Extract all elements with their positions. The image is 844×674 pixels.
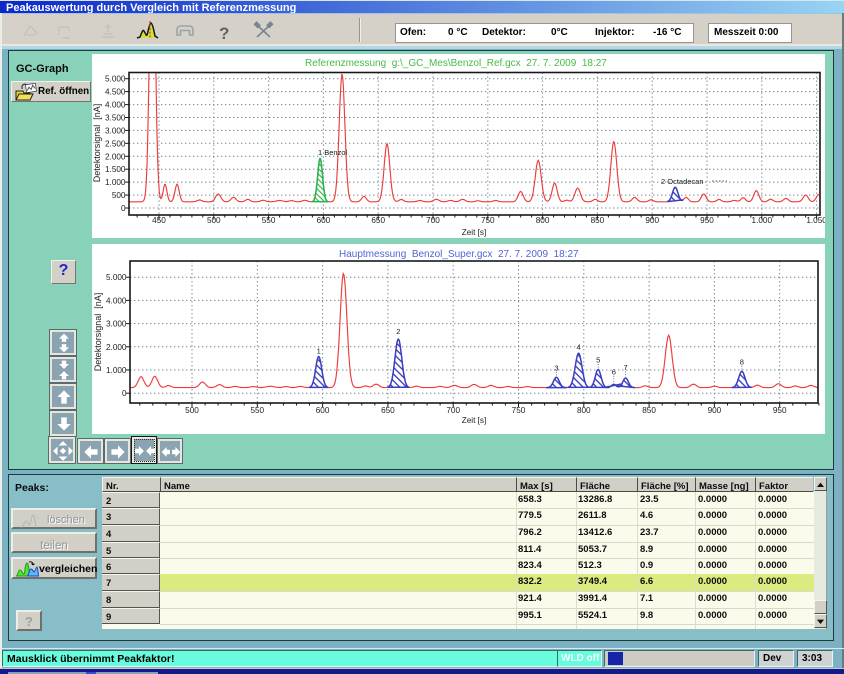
svg-text:Zeit [s]: Zeit [s]: [462, 416, 487, 425]
svg-text:650: 650: [381, 406, 395, 415]
svg-text:2: 2: [396, 327, 400, 336]
svg-text:950: 950: [773, 406, 787, 415]
svg-text:8: 8: [740, 357, 744, 366]
svg-text:Zeit [s]: Zeit [s]: [462, 228, 487, 237]
svg-text:1.000: 1.000: [106, 366, 127, 375]
svg-text:850: 850: [642, 406, 656, 415]
svg-text:1.050: 1.050: [806, 216, 825, 225]
svg-text:2.000: 2.000: [105, 152, 126, 161]
svg-text:3: 3: [554, 363, 558, 372]
svg-text:850: 850: [591, 216, 605, 225]
svg-text:1 Benzol: 1 Benzol: [318, 148, 348, 157]
svg-text:600: 600: [316, 406, 330, 415]
svg-text:6: 6: [612, 367, 616, 376]
svg-text:Referenzmessung g:\_GC_Mes\Be: Referenzmessung g:\_GC_Mes\Benzol_Ref.gc…: [305, 58, 607, 69]
svg-text:1.000: 1.000: [105, 178, 126, 187]
svg-text:800: 800: [536, 216, 550, 225]
svg-text:750: 750: [512, 406, 526, 415]
svg-text:Hauptmessung Benzol_Super.gcx: Hauptmessung Benzol_Super.gcx 27. 7. 200…: [339, 249, 579, 260]
svg-text:Detektorsignal [nA]: Detektorsignal [nA]: [93, 293, 103, 372]
svg-text:2 Octadecan: 2 Octadecan: [661, 177, 704, 186]
svg-text:950: 950: [700, 216, 714, 225]
svg-text:450: 450: [152, 216, 166, 225]
svg-text:2.000: 2.000: [106, 343, 127, 352]
svg-text:2.500: 2.500: [105, 139, 126, 148]
svg-text:500: 500: [207, 216, 221, 225]
svg-text:4.000: 4.000: [105, 101, 126, 110]
svg-text:3.500: 3.500: [105, 114, 126, 123]
svg-text:0: 0: [122, 389, 127, 398]
svg-text:700: 700: [446, 406, 460, 415]
svg-text:650: 650: [371, 216, 385, 225]
svg-text:4.000: 4.000: [106, 296, 127, 305]
svg-text:900: 900: [645, 216, 659, 225]
svg-text:5.000: 5.000: [105, 75, 126, 84]
svg-text:3.000: 3.000: [106, 320, 127, 329]
svg-text:500: 500: [112, 191, 126, 200]
svg-text:0: 0: [121, 204, 126, 213]
svg-text:750: 750: [481, 216, 495, 225]
svg-text:600: 600: [317, 216, 331, 225]
svg-text:550: 550: [250, 406, 264, 415]
svg-text:700: 700: [426, 216, 440, 225]
svg-text:5: 5: [596, 356, 600, 365]
svg-text:4.500: 4.500: [105, 88, 126, 97]
svg-text:7: 7: [624, 363, 628, 372]
svg-text:1.500: 1.500: [105, 165, 126, 174]
svg-text:4: 4: [577, 342, 581, 351]
svg-text:3.000: 3.000: [105, 126, 126, 135]
svg-text:1: 1: [317, 347, 321, 356]
svg-text:550: 550: [262, 216, 276, 225]
svg-text:?: ?: [219, 24, 229, 43]
svg-text:Detektorsignal [nA]: Detektorsignal [nA]: [92, 104, 102, 183]
svg-text:5.000: 5.000: [106, 273, 127, 282]
svg-text:1.000: 1.000: [752, 216, 773, 225]
svg-text:900: 900: [708, 406, 722, 415]
svg-text:800: 800: [577, 406, 591, 415]
svg-text:500: 500: [185, 406, 199, 415]
